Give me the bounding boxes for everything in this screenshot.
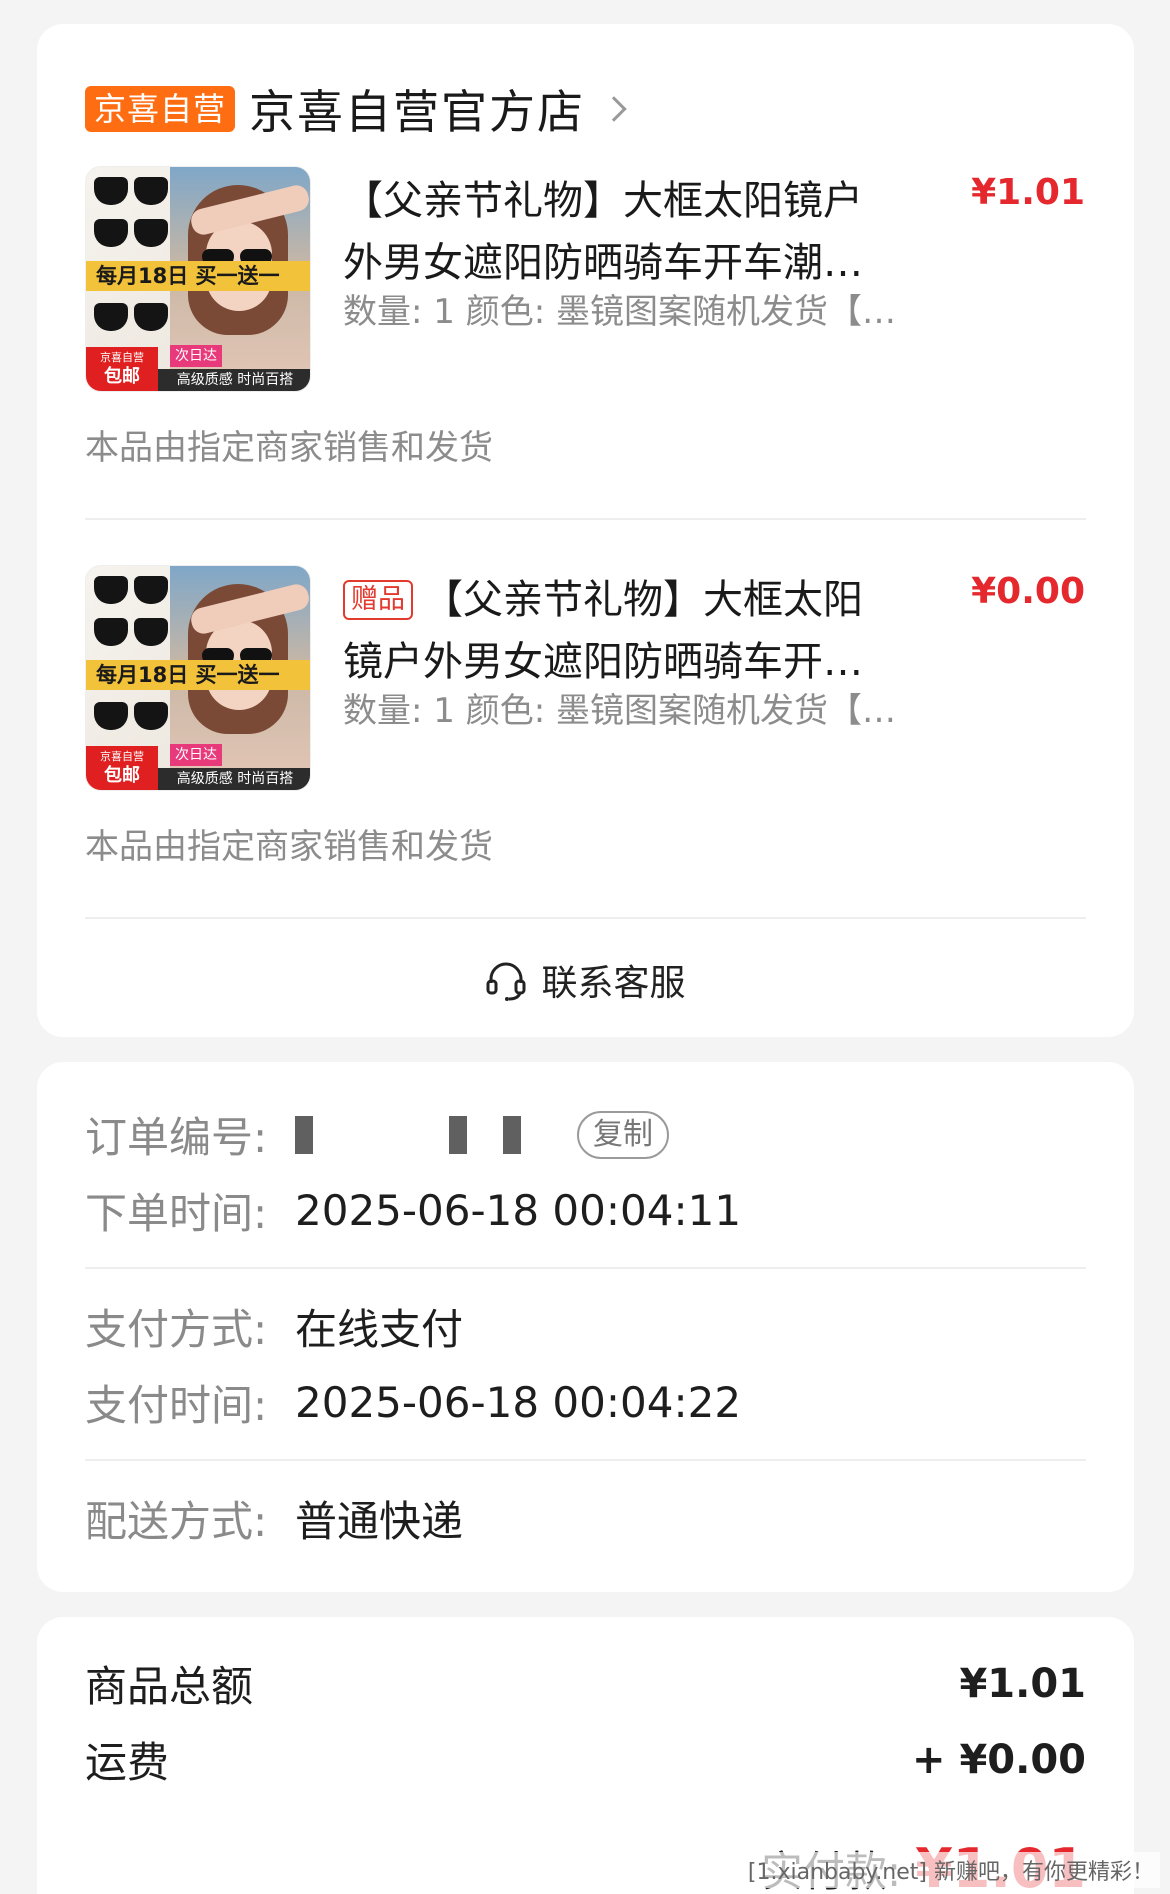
sunglasses-icon: [94, 576, 168, 604]
next-day-badge: 次日达: [170, 345, 222, 367]
quality-banner: 高级质感 时尚百搭: [158, 768, 310, 790]
gift-tag: 赠品: [343, 580, 413, 620]
payment-time-row: 支付时间: 2025-06-18 00:04:22: [85, 1372, 741, 1433]
seller-note: 本品由指定商家销售和发货: [85, 428, 493, 468]
store-name[interactable]: 京喜自营官方店: [249, 76, 585, 142]
order-number-row: 订单编号: 复制: [85, 1104, 669, 1165]
product-spec: 数量: 1 颜色: 墨镜图案随机发货【一…: [343, 691, 903, 731]
payment-method-row: 支付方式: 在线支付: [85, 1296, 463, 1357]
store-products-card: 京喜自营 京喜自营官方店 每月18日 买一送一 次日达 京喜自营 包邮 高级质感…: [37, 24, 1134, 1037]
delivery-method-row: 配送方式: 普通快递: [85, 1488, 463, 1549]
order-number-label: 订单编号:: [85, 1113, 268, 1162]
product-spec: 数量: 1 颜色: 墨镜图案随机发货【一…: [343, 292, 903, 332]
thumb-promo-banner: 每月18日 买一送一: [86, 660, 310, 690]
goods-total-value: ¥1.01: [959, 1660, 1086, 1707]
divider: [85, 917, 1086, 919]
payment-method-label: 支付方式:: [85, 1305, 268, 1354]
shipping-fee-row: 运费 + ¥0.00: [85, 1729, 1086, 1790]
free-shipping-top-text: 京喜自营: [100, 351, 144, 364]
thumb-promo-banner: 每月18日 买一送一: [86, 261, 310, 291]
sunglasses-icon: [94, 303, 168, 331]
store-header[interactable]: 京喜自营 京喜自营官方店: [85, 74, 627, 144]
order-time-value: 2025-06-18 00:04:11: [295, 1186, 742, 1235]
free-shipping-text: 包邮: [104, 765, 140, 786]
payment-time-label: 支付时间:: [85, 1381, 268, 1430]
seller-note: 本品由指定商家销售和发货: [85, 827, 493, 867]
contact-service-button[interactable]: 联系客服: [37, 950, 1134, 1010]
free-shipping-badge: 京喜自营 包邮: [86, 347, 158, 391]
payment-time-value: 2025-06-18 00:04:22: [295, 1378, 742, 1427]
order-time-label: 下单时间:: [85, 1189, 268, 1238]
divider: [85, 1267, 1086, 1269]
headset-icon: [486, 962, 526, 1001]
divider: [85, 1459, 1086, 1461]
delivery-method-label: 配送方式:: [85, 1497, 268, 1546]
shipping-fee-label: 运费: [85, 1738, 170, 1787]
shipping-fee-value: + ¥0.00: [912, 1736, 1086, 1783]
sunglasses-icon: [94, 702, 168, 730]
order-number-masked: [295, 1115, 557, 1154]
free-shipping-badge: 京喜自营 包邮: [86, 746, 158, 790]
free-shipping-text: 包邮: [104, 366, 140, 387]
self-operated-badge: 京喜自营: [85, 86, 236, 132]
order-time-row: 下单时间: 2025-06-18 00:04:11: [85, 1180, 741, 1241]
quality-banner: 高级质感 时尚百搭: [158, 369, 310, 391]
order-info-card: 订单编号: 复制 下单时间: 2025-06-18 00:04:11 支付方式:…: [37, 1062, 1134, 1592]
product-price: ¥1.01: [971, 172, 1085, 213]
sunglasses-icon: [94, 177, 168, 205]
product-price: ¥0.00: [971, 571, 1085, 612]
sunglasses-icon: [94, 219, 168, 247]
product-thumbnail[interactable]: 每月18日 买一送一 次日达 京喜自营 包邮 高级质感 时尚百搭: [85, 166, 311, 392]
sunglasses-icon: [94, 618, 168, 646]
product-title-text: 【父亲节礼物】大框太阳镜户外男女遮阳防晒骑车开车潮…: [343, 577, 863, 685]
goods-total-label: 商品总额: [85, 1662, 254, 1711]
copy-button[interactable]: 复制: [577, 1110, 669, 1159]
watermark-text: [1.xianbaby.net] 新赚吧，有你更精彩！: [741, 1852, 1160, 1888]
divider: [85, 518, 1086, 520]
contact-service-label: 联系客服: [541, 963, 686, 1004]
product-title[interactable]: 【父亲节礼物】大框太阳镜户外男女遮阳防晒骑车开车潮流明星同…: [343, 170, 883, 294]
next-day-badge: 次日达: [170, 744, 222, 766]
delivery-method-value: 普通快递: [295, 1497, 464, 1546]
chevron-right-icon[interactable]: [601, 96, 627, 122]
free-shipping-top-text: 京喜自营: [100, 750, 144, 763]
payment-method-value: 在线支付: [295, 1305, 464, 1354]
product-thumbnail[interactable]: 每月18日 买一送一 次日达 京喜自营 包邮 高级质感 时尚百搭: [85, 565, 311, 791]
product-title[interactable]: 赠品【父亲节礼物】大框太阳镜户外男女遮阳防晒骑车开车潮…: [343, 569, 883, 693]
goods-total-row: 商品总额 ¥1.01: [85, 1653, 1086, 1714]
